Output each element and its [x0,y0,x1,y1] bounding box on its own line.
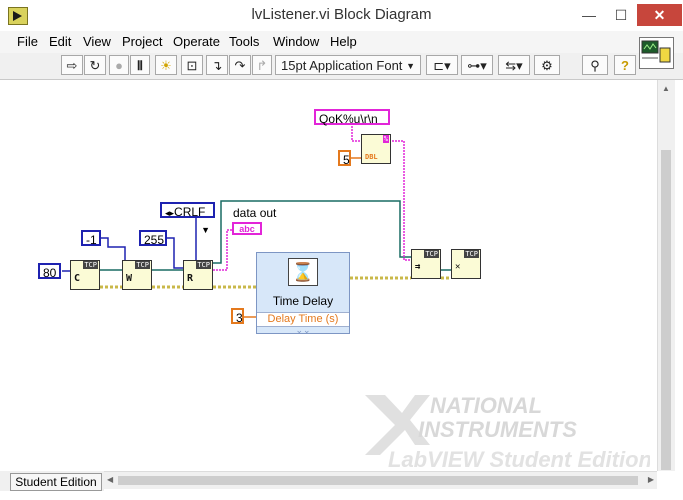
step-over-icon[interactable]: ↷ [229,55,251,75]
search-icon[interactable]: ⚲ [582,55,608,75]
bytes-constant[interactable]: 255 [139,230,167,247]
maximize-button[interactable]: ☐ [605,4,637,26]
run-continuous-icon[interactable]: ↻ [84,55,106,75]
tcp-write-node[interactable]: TCP ⇉ [411,249,441,279]
wire-format-string [351,126,361,142]
tcp-close-node[interactable]: TCP ✕ [451,249,481,279]
close-glyph: ✕ [455,262,461,272]
hourglass-icon: ⌛ [288,258,318,286]
abort-icon[interactable]: ● [109,55,129,75]
menu-project[interactable]: Project [122,34,162,49]
five-constant[interactable]: 5 [338,150,351,167]
scroll-up-icon[interactable]: ▲ [662,84,670,93]
menu-window[interactable]: Window [273,34,319,49]
horizontal-scrollbar[interactable]: ◀ ▶ [104,471,657,489]
data-out-label: data out [233,206,277,220]
pause-icon[interactable]: Ⅱ [130,55,150,75]
title-bar: lvListener.vi Block Diagram — ☐ ✕ [0,0,683,32]
data-out-indicator[interactable]: abc [232,222,262,235]
chevron-down-icon: ▼ [406,61,415,71]
watermark-line1: NATIONAL [430,393,542,418]
read-glyph: R [187,273,194,284]
tcp-wait-node[interactable]: TCP W [122,260,152,290]
scroll-right-icon[interactable]: ▶ [648,475,654,484]
tcp-tag: TCP [196,261,211,269]
distribute-icon[interactable]: ⊶▾ [461,55,493,75]
menu-file[interactable]: File [17,34,38,49]
wait-glyph: W [126,273,133,284]
dbl-glyph: DBL [365,153,378,161]
data-out-indicator-text: abc [239,224,255,234]
tcp-tag: TCP [83,261,98,269]
retain-wire-values-icon[interactable]: ⊡ [181,55,203,75]
watermark-line2: INSTRUMENTS [418,417,577,442]
enum-arrows-icon: ◂▸ [165,208,175,218]
highlight-execution-icon[interactable]: ☀ [155,55,177,75]
tcp-read-node[interactable]: TCP R [183,260,213,290]
timeout-constant[interactable]: -1 [81,230,101,247]
chevron-down-icon: ▼ [201,225,210,235]
font-select-value: 15pt Application Font [281,58,403,73]
menu-operate[interactable]: Operate [173,34,220,49]
crlf-mode-constant[interactable]: ◂▸CRLF ▼ [160,202,215,235]
menu-tools[interactable]: Tools [229,34,259,49]
time-delay-title: Time Delay [272,294,334,308]
watermark-line3: LabVIEW Student Edition [388,447,650,472]
step-out-icon[interactable]: ↱ [252,55,272,75]
tcp-tag: TCP [464,250,479,258]
run-arrow-icon[interactable]: ⇨ [61,55,83,75]
font-select[interactable]: 15pt Application Font ▼ [275,55,421,75]
wire-timeout [99,237,126,262]
tcp-tag: TCP [424,250,439,258]
step-into-icon[interactable]: ↴ [206,55,228,75]
vertical-scroll-thumb[interactable] [661,150,671,470]
help-icon[interactable]: ? [614,55,636,75]
menu-bar: File Edit View Project Operate Tools Win… [0,31,683,54]
tcp-listen-node[interactable]: TCP C [70,260,100,290]
menu-help[interactable]: Help [330,34,357,49]
wire-data-out [213,229,233,271]
port-constant[interactable]: 80 [38,263,61,280]
format-string-constant[interactable]: QoK%u\r\n [314,109,390,126]
format-tag: % [382,135,389,143]
tcp-tag: TCP [135,261,150,269]
wire-bytes [166,237,184,269]
toolbar: ⇨ ↻ ● Ⅱ ☀ ⊡ ↴ ↷ ↱ 15pt Application Font … [0,53,683,80]
crlf-mode-value: CRLF [174,205,206,219]
student-edition-badge: Student Edition [10,473,102,491]
menu-view[interactable]: View [83,34,111,49]
reorder-icon[interactable]: ⇆▾ [498,55,530,75]
write-glyph: ⇉ [415,262,421,272]
expand-arrows-icon[interactable]: ⌄⌄ [257,325,349,336]
scroll-left-icon[interactable]: ◀ [107,475,113,484]
menu-edit[interactable]: Edit [49,34,71,49]
format-into-string-node[interactable]: % DBL [361,134,391,164]
listen-glyph: C [74,273,81,284]
time-delay-node[interactable]: ⌛ Time Delay Delay Time (s) ⌄⌄ [256,252,350,336]
ni-watermark: NATIONAL INSTRUMENTS LabVIEW Student Edi… [360,385,652,480]
vi-icon[interactable] [639,37,674,69]
delay-constant[interactable]: 3 [231,308,244,325]
close-button[interactable]: ✕ [637,4,682,26]
cleanup-icon[interactable]: ⚙ [534,55,560,75]
align-icon[interactable]: ⊏▾ [426,55,458,75]
horizontal-scroll-thumb[interactable] [118,476,638,485]
vertical-scrollbar[interactable]: ▲ [657,80,675,471]
minimize-button[interactable]: — [573,4,605,26]
